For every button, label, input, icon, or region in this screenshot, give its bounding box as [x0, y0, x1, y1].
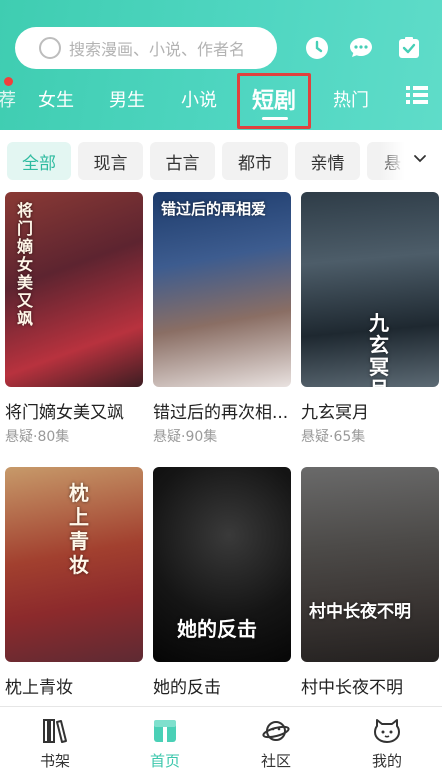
- bookshelf-icon: [43, 719, 67, 743]
- nav-mine[interactable]: 我的: [332, 707, 442, 772]
- drama-card[interactable]: 村中长夜不明 村中长夜不明: [301, 467, 439, 698]
- poster-title-text: 九玄冥月: [369, 311, 389, 387]
- drama-poster[interactable]: 枕上青妆: [5, 467, 143, 662]
- drama-meta: 悬疑·65集: [301, 429, 366, 445]
- chevron-down-icon[interactable]: [413, 152, 427, 166]
- nav-community[interactable]: 社区: [221, 707, 331, 772]
- bottom-navigation: 书架 首页 社区 我的: [0, 706, 442, 772]
- community-planet-icon: [262, 721, 290, 741]
- home-icon: [154, 720, 176, 742]
- search-bar[interactable]: 搜索漫画、小说、作者名: [15, 27, 277, 69]
- filter-fade: [380, 140, 442, 184]
- search-icon: [39, 37, 61, 59]
- filter-modern-romance[interactable]: 现言: [78, 142, 143, 180]
- more-categories-icon[interactable]: [406, 86, 428, 104]
- tab-popular[interactable]: 热门: [333, 86, 369, 112]
- filter-ancient-romance[interactable]: 古言: [150, 142, 215, 180]
- drama-card[interactable]: 将门嫡女美又飒 将门嫡女美又飒 悬疑·80集: [5, 192, 143, 445]
- filter-urban[interactable]: 都市: [222, 142, 288, 180]
- drama-title[interactable]: 九玄冥月: [301, 398, 442, 423]
- drama-poster[interactable]: 将门嫡女美又飒: [5, 192, 143, 387]
- clock-icon[interactable]: [305, 36, 329, 60]
- tab-partial[interactable]: 荐: [0, 86, 16, 112]
- drama-title[interactable]: 将门嫡女美又飒: [5, 398, 155, 423]
- nav-home[interactable]: 首页: [110, 707, 220, 772]
- nav-bookshelf[interactable]: 书架: [0, 707, 110, 772]
- tab-novel[interactable]: 小说: [181, 86, 217, 112]
- drama-title[interactable]: 村中长夜不明: [301, 673, 442, 698]
- nav-label: 书架: [39, 752, 70, 770]
- poster-title-text: 错过后的再相爱: [161, 200, 267, 218]
- drama-card[interactable]: 枕上青妆 枕上青妆: [5, 467, 143, 698]
- task-check-icon[interactable]: [397, 36, 421, 60]
- filter-family[interactable]: 亲情: [295, 142, 360, 180]
- drama-meta: 悬疑·90集: [153, 429, 218, 445]
- annotation-highlight-box: [237, 73, 311, 129]
- search-placeholder: 搜索漫画、小说、作者名: [69, 40, 246, 59]
- drama-poster[interactable]: 她的反击: [153, 467, 291, 662]
- tab-male[interactable]: 男生: [109, 86, 145, 112]
- drama-card[interactable]: 九玄冥月 九玄冥月 悬疑·65集: [301, 192, 439, 445]
- category-tabs: 荐 女生 男生 小说 短剧 热门: [0, 76, 442, 128]
- poster-title-text: 枕上青妆: [69, 481, 89, 577]
- drama-title[interactable]: 错过后的再次相...: [153, 398, 303, 423]
- genre-filter-bar: 全部 现言 古言 都市 亲情 悬: [0, 142, 442, 182]
- chat-icon[interactable]: [349, 36, 373, 60]
- drama-poster[interactable]: 村中长夜不明: [301, 467, 439, 662]
- drama-poster[interactable]: 九玄冥月: [301, 192, 439, 387]
- drama-poster[interactable]: 错过后的再相爱: [153, 192, 291, 387]
- drama-card[interactable]: 错过后的再相爱 错过后的再次相... 悬疑·90集: [153, 192, 291, 445]
- drama-meta: 悬疑·80集: [5, 429, 70, 445]
- tab-female[interactable]: 女生: [38, 86, 74, 112]
- nav-label: 社区: [260, 752, 291, 770]
- poster-title-text: 村中长夜不明: [309, 602, 411, 622]
- nav-label: 首页: [149, 752, 180, 770]
- profile-cat-icon: [374, 719, 400, 743]
- nav-label: 我的: [371, 752, 402, 770]
- drama-title[interactable]: 枕上青妆: [5, 673, 155, 698]
- poster-title-text: 将门嫡女美又飒: [17, 201, 34, 328]
- filter-all[interactable]: 全部: [7, 142, 71, 180]
- drama-card[interactable]: 她的反击 她的反击: [153, 467, 291, 698]
- drama-title[interactable]: 她的反击: [153, 673, 303, 698]
- poster-title-text: 她的反击: [177, 617, 257, 641]
